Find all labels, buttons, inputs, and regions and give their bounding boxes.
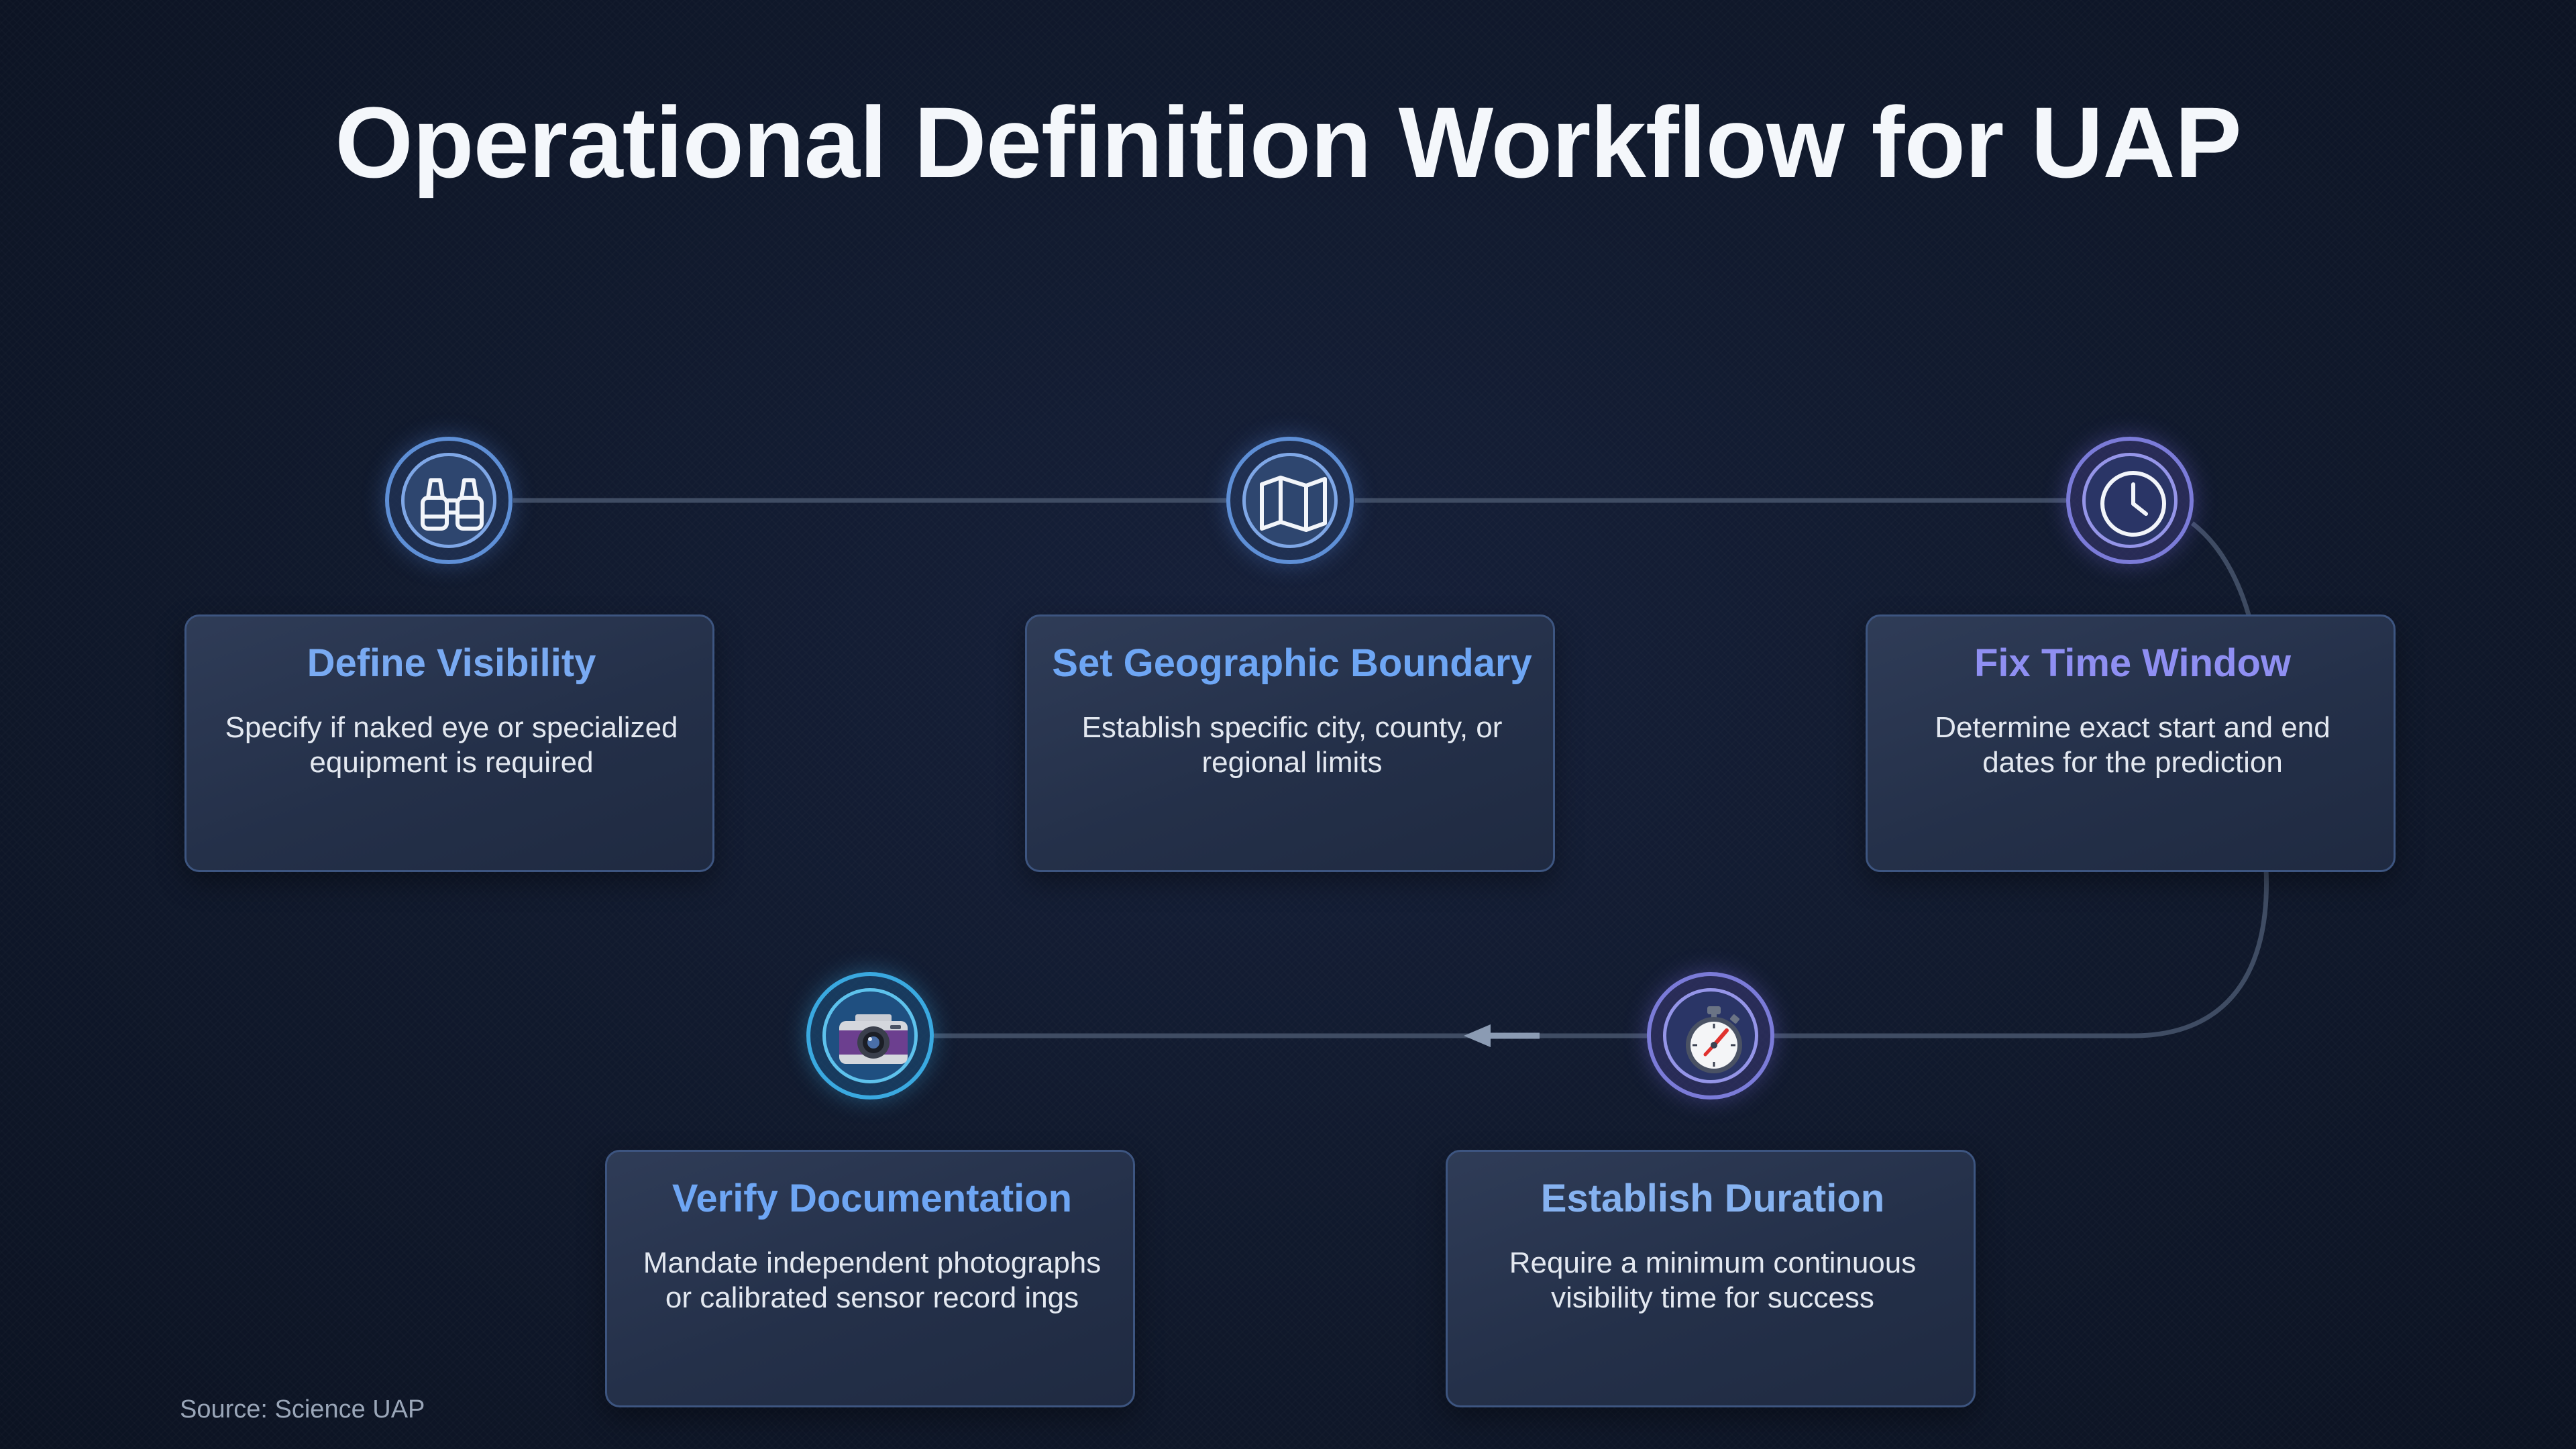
camera-icon — [839, 1014, 908, 1064]
step-title: Fix Time Window — [1974, 641, 2292, 685]
step-description: Mandate independent photographs or calib… — [643, 1246, 1102, 1314]
step-node-define-visibility — [385, 437, 513, 564]
step-card-time-window: Fix Time Window Determine exact start an… — [1866, 614, 2396, 872]
step-node-duration — [1647, 972, 1774, 1099]
map-icon — [1260, 476, 1327, 532]
step-card-duration: Establish Duration Require a minimum con… — [1446, 1150, 1976, 1407]
clock-icon — [2100, 471, 2166, 537]
source-note: Source: Science UAP — [180, 1395, 425, 1424]
step-node-geographic-boundary — [1226, 437, 1354, 564]
step-node-time-window — [2066, 437, 2194, 564]
step-title: Establish Duration — [1540, 1177, 1885, 1220]
step-card-documentation: Verify Documentation Mandate independent… — [605, 1150, 1135, 1407]
step-node-documentation — [806, 972, 934, 1099]
direction-arrow-left-icon — [1464, 1024, 1491, 1047]
step-title: Set Geographic Boundary — [1052, 641, 1532, 685]
step-description: Establish specific city, county, or regi… — [1081, 711, 1503, 779]
stopwatch-icon — [1686, 1006, 1742, 1073]
binoculars-icon — [421, 478, 484, 531]
step-title: Define Visibility — [307, 641, 596, 685]
step-description: Specify if naked eye or specialized equi… — [225, 711, 678, 779]
step-card-define-visibility: Define Visibility Specify if naked eye o… — [184, 614, 714, 872]
step-title: Verify Documentation — [672, 1177, 1073, 1220]
step-description: Require a minimum continuous visibility … — [1509, 1246, 1917, 1314]
step-card-geographic-boundary: Set Geographic Boundary Establish specif… — [1025, 614, 1555, 872]
step-description: Determine exact start and end dates for … — [1935, 711, 2330, 779]
